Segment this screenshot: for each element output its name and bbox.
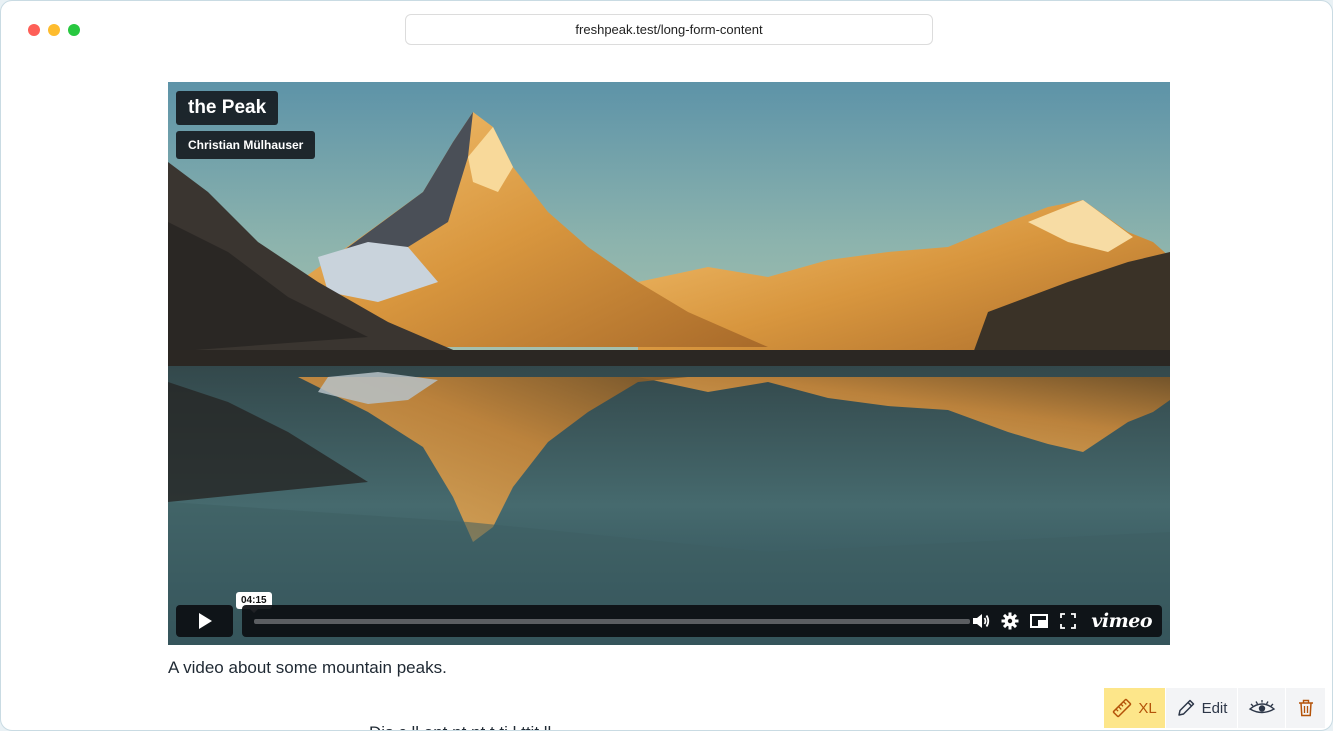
- ruler-icon: [1113, 698, 1132, 718]
- maximize-window-button[interactable]: [68, 24, 80, 36]
- video-title[interactable]: the Peak: [176, 91, 279, 125]
- size-button[interactable]: XL: [1104, 688, 1166, 728]
- progress-bar[interactable]: [254, 619, 970, 624]
- video-author[interactable]: Christian Mülhauser: [176, 131, 316, 159]
- pencil-icon: [1177, 699, 1194, 716]
- video-player[interactable]: the Peak Christian Mülhauser 04:15 vimeo: [168, 82, 1170, 645]
- partial-paragraph: Dis c ll ent nt nt t ti l ttit ll: [369, 723, 551, 730]
- close-window-button[interactable]: [28, 24, 40, 36]
- control-icons: vimeo: [971, 605, 1152, 637]
- eye-icon: [1248, 700, 1275, 714]
- trash-icon: [1298, 699, 1313, 717]
- settings-icon[interactable]: [1000, 611, 1020, 631]
- edit-button[interactable]: Edit: [1166, 688, 1238, 728]
- edit-label: Edit: [1201, 699, 1228, 717]
- play-button[interactable]: [176, 605, 233, 637]
- url-text: freshpeak.test/long-form-content: [575, 22, 763, 37]
- block-toolbar: XL Edit: [1104, 688, 1326, 728]
- size-label: XL: [1138, 699, 1157, 717]
- window-controls: [28, 24, 80, 36]
- video-controls: vimeo: [242, 605, 1162, 637]
- vimeo-logo[interactable]: vimeo: [1091, 610, 1152, 632]
- video-thumbnail: [168, 82, 1170, 645]
- preview-button[interactable]: [1238, 688, 1286, 728]
- delete-button[interactable]: [1286, 688, 1326, 728]
- address-bar[interactable]: freshpeak.test/long-form-content: [405, 14, 933, 45]
- fullscreen-icon[interactable]: [1058, 611, 1078, 631]
- play-icon: [198, 613, 212, 629]
- picture-in-picture-icon[interactable]: [1029, 611, 1049, 631]
- browser-window: freshpeak.test/long-form-content the Pea…: [0, 0, 1333, 731]
- minimize-window-button[interactable]: [48, 24, 60, 36]
- video-caption: A video about some mountain peaks.: [168, 658, 447, 677]
- volume-icon[interactable]: [971, 611, 991, 631]
